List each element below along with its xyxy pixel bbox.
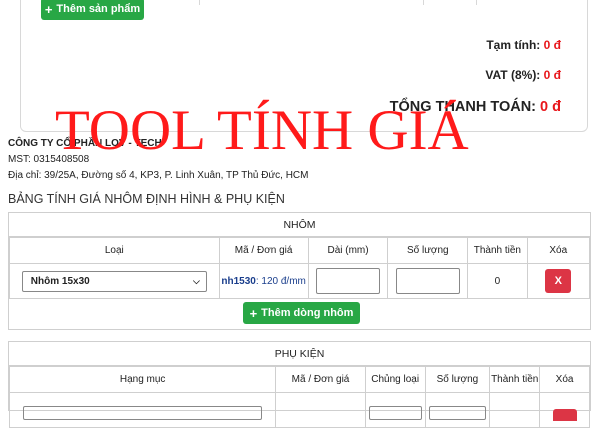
accessory-item-select[interactable] — [23, 406, 263, 420]
column-divider — [199, 0, 200, 5]
accessories-table: Hạng mục Mã / Đơn giá Chủng loại Số lượn… — [8, 366, 590, 428]
column-header: Dài (mm) — [307, 237, 389, 264]
column-divider — [476, 0, 477, 5]
column-header: Chủng loại — [364, 366, 426, 393]
page-heading: BẢNG TÍNH GIÁ NHÔM ĐỊNH HÌNH & PHỤ KIỆN — [8, 192, 285, 206]
code-price-cell: nh1530: 120 đ/mm — [218, 263, 309, 299]
code-price-cell — [275, 392, 366, 428]
length-input[interactable] — [316, 268, 381, 294]
plus-icon: + — [44, 1, 53, 17]
add-product-button[interactable]: + Thêm sản phẩm — [41, 0, 144, 20]
add-aluminium-row-label: Thêm dòng nhôm — [261, 307, 354, 319]
total-value: 0 đ — [540, 99, 561, 115]
accessories-section: PHỤ KIỆN Hạng mục Mã / Đơn giá Chủng loạ… — [8, 341, 591, 428]
vat-line: VAT (8%): 0 đ — [485, 68, 561, 82]
aluminium-section: NHÔM Loại Mã / Đơn giá Dài (mm) Số lượng… — [8, 212, 591, 330]
column-header: Thành tiền — [467, 237, 528, 264]
kind-cell — [364, 392, 426, 428]
chevron-down-icon: ⌵ — [192, 275, 200, 286]
column-header: Số lượng — [424, 366, 491, 393]
add-product-label: Thêm sản phẩm — [56, 3, 141, 15]
column-header: Loại — [9, 237, 220, 264]
column-header: Thành tiền — [489, 366, 541, 393]
product-code: nh1530 — [221, 275, 256, 287]
column-header: Xóa — [539, 366, 590, 393]
length-cell — [307, 263, 389, 299]
delete-cell: X — [526, 263, 591, 299]
column-header: Hạng mục — [8, 366, 277, 393]
delete-accessory-button[interactable] — [552, 408, 577, 421]
plus-icon: + — [249, 305, 258, 321]
column-header: Xóa — [526, 237, 591, 264]
aluminium-table-header: Loại Mã / Đơn giá Dài (mm) Số lượng Thàn… — [9, 237, 591, 264]
tool-watermark: TOOL TÍNH GIÁ — [55, 99, 469, 162]
accessories-section-title: PHỤ KIỆN — [9, 342, 590, 366]
aluminium-section-title: NHÔM — [9, 213, 590, 237]
column-header: Mã / Đơn giá — [218, 237, 309, 264]
subtotal-line: Tạm tính: 0 đ — [486, 38, 561, 52]
row-total — [489, 392, 541, 428]
accessory-quantity-input[interactable] — [428, 406, 487, 420]
subtotal-label: Tạm tính: — [486, 38, 541, 52]
subtotal-value: 0 đ — [543, 38, 561, 52]
column-header: Số lượng — [387, 237, 469, 264]
row-total: 0 — [467, 263, 528, 299]
column-header: Mã / Đơn giá — [275, 366, 366, 393]
aluminium-table: Loại Mã / Đơn giá Dài (mm) Số lượng Thàn… — [9, 237, 591, 299]
company-address: Địa chỉ: 39/25A, Đường số 4, KP3, P. Lin… — [8, 170, 309, 181]
delete-cell — [539, 392, 590, 428]
aluminium-type-value: Nhôm 15x30 — [30, 275, 90, 287]
aluminium-type-select[interactable]: Nhôm 15x30 ⌵ — [21, 270, 207, 292]
unit-price: : 120 đ/mm — [255, 275, 306, 287]
vat-value: 0 đ — [543, 68, 561, 82]
code-price: nh1530: 120 đ/mm — [221, 276, 306, 287]
column-divider — [423, 0, 424, 5]
accessories-table-header: Hạng mục Mã / Đơn giá Chủng loại Số lượn… — [8, 366, 590, 393]
delete-row-button[interactable]: X — [545, 269, 572, 293]
add-aluminium-row-button[interactable]: + Thêm dòng nhôm — [243, 302, 360, 324]
quantity-input[interactable] — [395, 268, 460, 294]
accessory-kind-select[interactable] — [368, 406, 422, 420]
quantity-cell — [387, 263, 469, 299]
table-row: Nhôm 15x30 ⌵ nh1530: 120 đ/mm 0 X — [9, 263, 591, 299]
vat-label: VAT (8%): — [485, 68, 541, 82]
table-row — [8, 392, 590, 428]
quantity-cell — [424, 392, 491, 428]
type-cell: Nhôm 15x30 ⌵ — [9, 263, 220, 299]
item-cell — [8, 392, 277, 428]
